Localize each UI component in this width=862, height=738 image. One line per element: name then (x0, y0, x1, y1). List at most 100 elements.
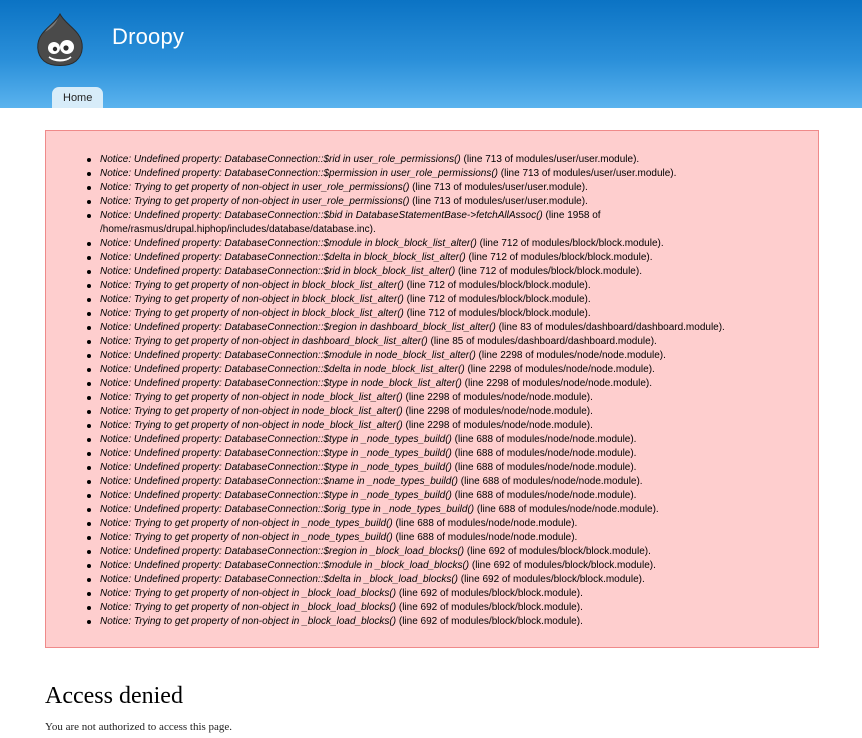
error-message-item: Notice: Undefined property: DatabaseConn… (87, 503, 805, 517)
error-message-location: (line 712 of modules/block/block.module)… (455, 266, 642, 277)
error-message-text: Notice: Trying to get property of non-ob… (100, 196, 410, 207)
error-message-text: Notice: Undefined property: DatabaseConn… (100, 322, 496, 333)
error-message-location: (line 712 of modules/block/block.module)… (403, 280, 591, 291)
error-message-item: Notice: Undefined property: DatabaseConn… (87, 251, 805, 265)
error-message-location: (line 712 of modules/block/block.module)… (476, 238, 664, 249)
error-message-item: Notice: Undefined property: DatabaseConn… (87, 209, 805, 237)
error-message-item: Notice: Trying to get property of non-ob… (87, 601, 805, 615)
error-message-item: Notice: Undefined property: DatabaseConn… (87, 167, 805, 181)
error-message-item: Notice: Undefined property: DatabaseConn… (87, 153, 805, 167)
error-message-location: (line 692 of modules/block/block.module)… (396, 616, 583, 627)
error-message-item: Notice: Undefined property: DatabaseConn… (87, 559, 805, 573)
error-message-item: Notice: Undefined property: DatabaseConn… (87, 489, 805, 503)
error-message-location: (line 688 of modules/node/node.module). (458, 476, 643, 487)
error-message-location: (line 83 of modules/dashboard/dashboard.… (495, 322, 725, 333)
error-message-text: Notice: Undefined property: DatabaseConn… (100, 476, 459, 487)
error-message-text: Notice: Undefined property: DatabaseConn… (100, 252, 466, 263)
error-message-item: Notice: Undefined property: DatabaseConn… (87, 461, 805, 475)
site-header: Droopy Home (0, 0, 862, 108)
error-message-location: (line 688 of modules/node/node.module). (451, 434, 637, 445)
error-message-location: (line 713 of modules/user/user.module). (460, 154, 640, 165)
error-message-item: Notice: Trying to get property of non-ob… (87, 391, 805, 405)
error-message-location: (line 692 of modules/block/block.module)… (469, 560, 656, 571)
error-message-text: Notice: Trying to get property of non-ob… (100, 406, 403, 417)
error-message-text: Notice: Undefined property: DatabaseConn… (100, 364, 465, 375)
error-message-text: Notice: Undefined property: DatabaseConn… (100, 378, 462, 389)
error-message-item: Notice: Trying to get property of non-ob… (87, 181, 805, 195)
error-message-location: (line 692 of modules/block/block.module)… (464, 546, 651, 557)
error-message-location: (line 712 of modules/block/block.module)… (403, 308, 591, 319)
error-message-text: Notice: Undefined property: DatabaseConn… (100, 154, 461, 165)
error-message-text: Notice: Undefined property: DatabaseConn… (100, 448, 452, 459)
error-message-text: Notice: Undefined property: DatabaseConn… (100, 560, 470, 571)
drupal-drop-logo-icon[interactable] (34, 12, 86, 68)
error-message-location: (line 712 of modules/block/block.module)… (465, 252, 653, 263)
error-message-text: Notice: Trying to get property of non-ob… (100, 518, 393, 529)
error-message-text: Notice: Undefined property: DatabaseConn… (100, 350, 476, 361)
error-message-item: Notice: Trying to get property of non-ob… (87, 517, 805, 531)
error-message-location: (line 688 of modules/node/node.module). (451, 490, 637, 501)
error-message-item: Notice: Undefined property: DatabaseConn… (87, 349, 805, 363)
error-message-item: Notice: Undefined property: DatabaseConn… (87, 447, 805, 461)
error-message-item: Notice: Trying to get property of non-ob… (87, 195, 805, 209)
site-name[interactable]: Droopy (112, 24, 184, 50)
error-message-text: Notice: Trying to get property of non-ob… (100, 392, 403, 403)
error-message-item: Notice: Undefined property: DatabaseConn… (87, 573, 805, 587)
error-message-location: (line 688 of modules/node/node.module). (451, 448, 637, 459)
error-message-location: (line 688 of modules/node/node.module). (392, 518, 578, 529)
error-message-location: (line 692 of modules/block/block.module)… (396, 602, 583, 613)
error-message-item: Notice: Trying to get property of non-ob… (87, 307, 805, 321)
error-message-location: (line 85 of modules/dashboard/dashboard.… (427, 336, 657, 347)
error-message-item: Notice: Trying to get property of non-ob… (87, 531, 805, 545)
error-message-location: (line 692 of modules/block/block.module)… (458, 574, 645, 585)
error-message-text: Notice: Trying to get property of non-ob… (100, 280, 404, 291)
error-message-text: Notice: Undefined property: DatabaseConn… (100, 210, 543, 221)
error-message-location: (line 2298 of modules/node/node.module). (402, 406, 593, 417)
error-message-text: Notice: Undefined property: DatabaseConn… (100, 434, 452, 445)
error-message-item: Notice: Trying to get property of non-ob… (87, 419, 805, 433)
error-message-location: (line 713 of modules/user/user.module). (497, 168, 677, 179)
error-message-text: Notice: Trying to get property of non-ob… (100, 616, 397, 627)
error-message-item: Notice: Undefined property: DatabaseConn… (87, 265, 805, 279)
error-message-location: (line 688 of modules/node/node.module). (451, 462, 637, 473)
error-message-text: Notice: Trying to get property of non-ob… (100, 532, 393, 543)
error-message-item: Notice: Trying to get property of non-ob… (87, 405, 805, 419)
error-message-text: Notice: Trying to get property of non-ob… (100, 308, 404, 319)
error-message-item: Notice: Undefined property: DatabaseConn… (87, 433, 805, 447)
page-body-text: You are not authorized to access this pa… (45, 721, 233, 733)
error-message-text: Notice: Undefined property: DatabaseConn… (100, 168, 498, 179)
error-message-text: Notice: Undefined property: DatabaseConn… (100, 546, 465, 557)
error-message-text: Notice: Trying to get property of non-ob… (100, 336, 428, 347)
error-message-text: Notice: Undefined property: DatabaseConn… (100, 504, 475, 515)
error-message-text: Notice: Undefined property: DatabaseConn… (100, 490, 452, 501)
error-message-location: (line 2298 of modules/node/node.module). (475, 350, 666, 361)
error-message-item: Notice: Trying to get property of non-ob… (87, 615, 805, 629)
error-message-text: Notice: Undefined property: DatabaseConn… (100, 574, 458, 585)
error-message-location: (line 2298 of modules/node/node.module). (402, 420, 593, 431)
error-message-location: (line 692 of modules/block/block.module)… (396, 588, 583, 599)
error-message-item: Notice: Undefined property: DatabaseConn… (87, 545, 805, 559)
error-message-item: Notice: Undefined property: DatabaseConn… (87, 237, 805, 251)
error-message-location: (line 713 of modules/user/user.module). (409, 196, 588, 207)
error-message-item: Notice: Trying to get property of non-ob… (87, 293, 805, 307)
error-message-list: Notice: Undefined property: DatabaseConn… (87, 153, 805, 629)
error-message-location: (line 713 of modules/user/user.module). (409, 182, 588, 193)
error-message-text: Notice: Trying to get property of non-ob… (100, 294, 404, 305)
error-message-location: (line 2298 of modules/node/node.module). (402, 392, 593, 403)
error-message-text: Notice: Trying to get property of non-ob… (100, 588, 397, 599)
error-message-text: Notice: Trying to get property of non-ob… (100, 182, 410, 193)
error-message-text: Notice: Undefined property: DatabaseConn… (100, 238, 477, 249)
error-message-item: Notice: Undefined property: DatabaseConn… (87, 377, 805, 391)
error-message-location: (line 2298 of modules/node/node.module). (464, 364, 655, 375)
error-message-item: Notice: Undefined property: DatabaseConn… (87, 475, 805, 489)
error-message-item: Notice: Trying to get property of non-ob… (87, 335, 805, 349)
error-message-item: Notice: Undefined property: DatabaseConn… (87, 363, 805, 377)
error-messages: Notice: Undefined property: DatabaseConn… (45, 130, 819, 648)
error-message-text: Notice: Trying to get property of non-ob… (100, 602, 397, 613)
error-message-location: (line 688 of modules/node/node.module). (392, 532, 578, 543)
error-message-text: Notice: Undefined property: DatabaseConn… (100, 266, 456, 277)
tab-home[interactable]: Home (52, 87, 104, 108)
page-title: Access denied (45, 683, 183, 709)
error-message-item: Notice: Trying to get property of non-ob… (87, 279, 805, 293)
error-message-location: (line 688 of modules/node/node.module). (474, 504, 659, 515)
